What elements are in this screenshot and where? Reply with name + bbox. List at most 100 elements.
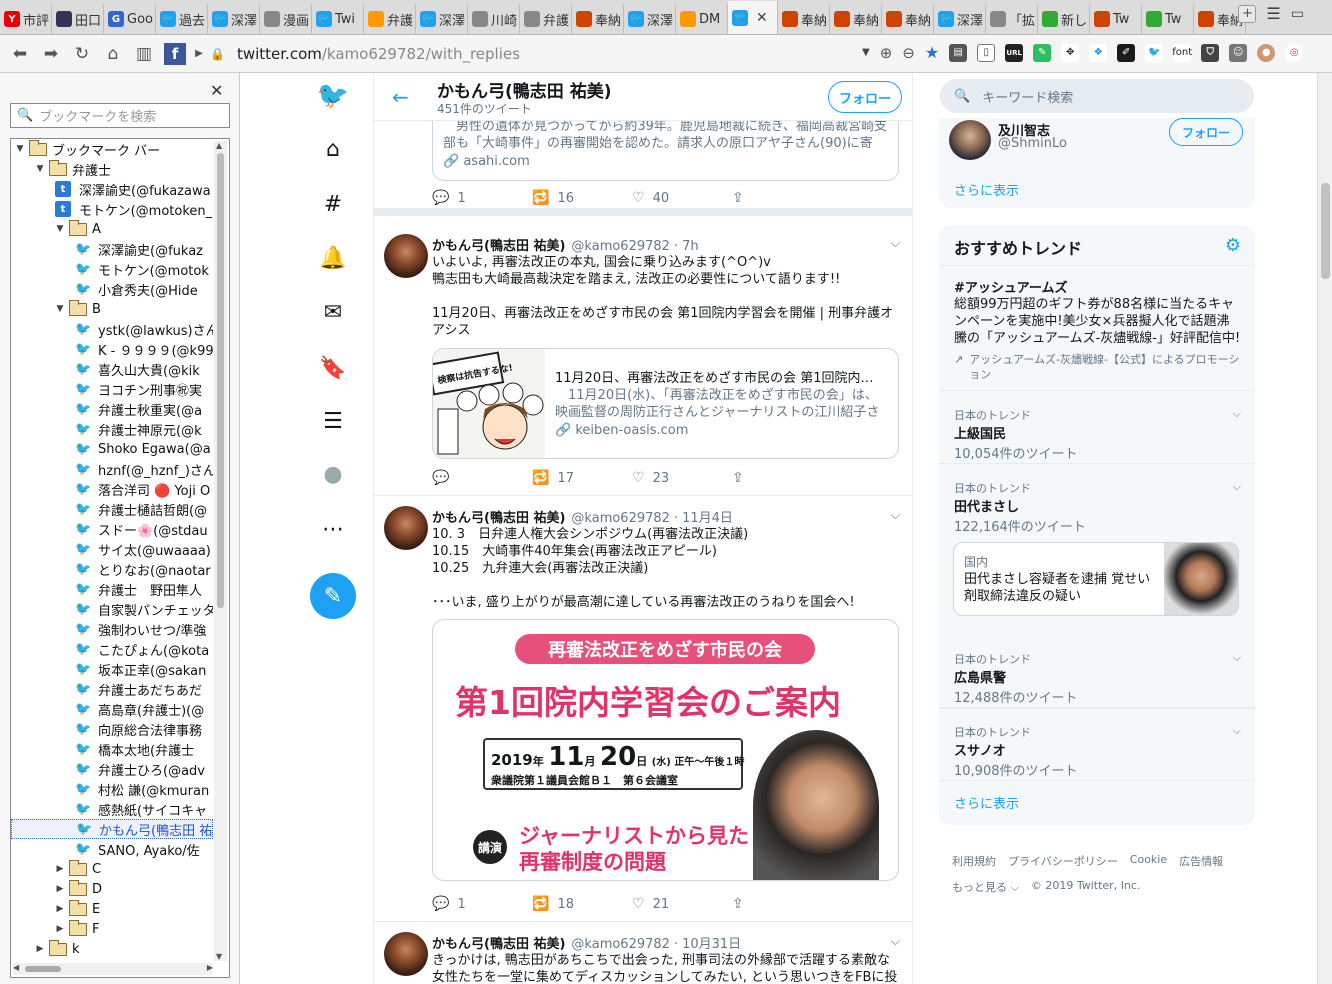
bookmark-folder[interactable]: ▼ A: [11, 219, 213, 239]
browser-tab[interactable]: 新し: [1038, 4, 1090, 34]
expand-triangle-icon[interactable]: ▼: [55, 304, 65, 314]
collapse-triangle-icon[interactable]: ▶: [55, 904, 65, 914]
browser-tab[interactable]: 「拡: [986, 4, 1038, 34]
collapse-triangle-icon[interactable]: ▶: [55, 864, 65, 874]
close-icon[interactable]: ✕: [210, 81, 223, 100]
avatar[interactable]: [384, 234, 428, 278]
trend-item[interactable]: 日本のトレンド ⌵ 上級国民 10,054件のツイート: [939, 391, 1255, 464]
ext-twitter-icon[interactable]: 🐦: [1145, 43, 1164, 62]
new-tab-button[interactable]: +: [1238, 4, 1257, 23]
bookmark-search-input[interactable]: 🔍 ブックマークを検索: [10, 103, 230, 128]
avatar[interactable]: [384, 506, 428, 550]
browser-tab[interactable]: Tw: [1142, 4, 1194, 34]
bookmark-item[interactable]: 🐦 弁護士あだちあだ: [11, 679, 213, 699]
link-card[interactable]: 検察は抗告するな! 11月20日、再審法改正をめざす市民の会 第1回院内学習会を…: [432, 348, 899, 459]
bookmark-item[interactable]: 🐦 モトケン(@motok: [11, 259, 213, 279]
bookmarks-panel-icon[interactable]: ▥: [133, 43, 155, 65]
bookmark-item[interactable]: 🐦 ystk(@lawkus)さん: [11, 319, 213, 339]
author-name[interactable]: かもん弓(鴨志田 祐美): [432, 239, 565, 254]
retweet-icon[interactable]: 🔁: [532, 896, 549, 912]
zoom-out-icon[interactable]: ⊖: [902, 44, 915, 62]
bookmark-folder[interactable]: ▶ F: [11, 919, 213, 939]
trend-item[interactable]: 日本のトレンド ⌵ スサノオ 10,908件のツイート: [939, 708, 1255, 781]
collapse-triangle-icon[interactable]: ▶: [55, 884, 65, 894]
browser-tab[interactable]: Tw: [1090, 4, 1142, 34]
profile-avatar-icon[interactable]: ●: [310, 451, 356, 497]
bookmark-item[interactable]: 🐦 hznf(@_hznf_)さん: [11, 459, 213, 479]
bookmark-folder[interactable]: ▶ E: [11, 899, 213, 919]
footer-link[interactable]: 広告情報: [1179, 853, 1223, 869]
reply-icon[interactable]: 💬: [432, 470, 449, 486]
browser-tab[interactable]: 弁護: [364, 4, 416, 34]
expand-triangle-icon[interactable]: ▼: [55, 224, 65, 234]
browser-tab[interactable]: 田口: [52, 4, 104, 34]
twitter-logo-icon[interactable]: 🐦: [310, 73, 356, 119]
link-card[interactable]: 男性の遺体が見つかってから約39年。鹿児島地裁に続き、福岡高裁宮崎支部も「大崎事…: [432, 111, 899, 181]
browser-tab[interactable]: G Goo: [104, 4, 156, 34]
card-link[interactable]: asahi.com: [463, 154, 529, 169]
bookmark-item[interactable]: 🐦 弁護士秋重実(@a: [11, 399, 213, 419]
home-icon[interactable]: ⌂: [102, 43, 124, 65]
news-card[interactable]: 国内 田代まさし容疑者を逮捕 覚せい剤取締法違反の疑い: [953, 542, 1239, 616]
bookmark-item[interactable]: 🐦 とりなお(@naotar: [11, 559, 213, 579]
browser-tab[interactable]: 🐦 Twi: [312, 4, 364, 34]
bookmark-folder[interactable]: ▼ 弁護士: [11, 159, 213, 179]
bookmark-item[interactable]: 🐦 弁護士 野田隼人: [11, 579, 213, 599]
search-input[interactable]: 🔍 キーワード検索: [940, 79, 1254, 113]
ext-url-icon[interactable]: URL: [1005, 43, 1024, 62]
follow-button[interactable]: フォロー: [1169, 118, 1243, 146]
like-icon[interactable]: ♡: [632, 190, 645, 206]
bookmark-item[interactable]: 🐦 かもん弓(鴨志田 祐: [11, 819, 213, 839]
bookmark-item[interactable]: 🐦 坂本正幸(@sakan: [11, 659, 213, 679]
ext-avatar-icon[interactable]: ●: [1257, 43, 1276, 62]
scrollbar-thumb[interactable]: [1321, 183, 1330, 279]
ext-dropbox-icon[interactable]: ❖: [1089, 43, 1108, 62]
browser-tab[interactable]: 川崎: [468, 4, 520, 34]
menu-icon[interactable]: ☰: [1266, 4, 1280, 23]
chevron-down-icon[interactable]: ⌵: [1233, 407, 1241, 421]
tweet[interactable]: かもん弓(鴨志田 祐美) @kamo629782 · 10月31日 ⌵ きっかけは, …: [374, 922, 912, 984]
browser-tab[interactable]: 奉納: [572, 4, 624, 34]
ext-chat-icon[interactable]: ☺: [1229, 43, 1248, 62]
browser-tab[interactable]: 🐦 過去: [156, 4, 208, 34]
footer-more-link[interactable]: もっと見る ⌵: [952, 879, 1019, 895]
show-more-link[interactable]: さらに表示: [954, 180, 1019, 199]
forward-icon[interactable]: ➡: [40, 43, 62, 65]
follow-button[interactable]: フォロー: [828, 81, 902, 113]
browser-tab[interactable]: Y 市評: [0, 4, 52, 34]
bookmark-item[interactable]: 🐦 弁護士樋詰哲朗(@: [11, 499, 213, 519]
ext-lifebuoy-icon[interactable]: ◎: [1285, 43, 1304, 62]
bookmark-item[interactable]: 🐦 SANO, Ayako/佐: [11, 839, 213, 859]
bookmark-item[interactable]: 🐦 橋本太地(弁護士: [11, 739, 213, 759]
ext-bookmark-icon[interactable]: ▯: [977, 43, 996, 62]
bookmarks-icon[interactable]: 🔖: [310, 345, 356, 391]
bookmark-item[interactable]: 🐦 こたぴょん(@kota: [11, 639, 213, 659]
browser-tab[interactable]: 奉納: [778, 4, 830, 34]
bookmark-item[interactable]: 🐦 感熱紙(サイコキャ: [11, 799, 213, 819]
share-icon[interactable]: ⇪: [732, 190, 744, 206]
chevron-down-icon[interactable]: ⌵: [1233, 480, 1241, 494]
tweet[interactable]: かもん弓(鴨志田 祐美) @kamo629782 · 11月4日 ⌵ 10. 3 日弁…: [374, 496, 912, 922]
bookmark-item[interactable]: 🐦 弁護士神原元(@k: [11, 419, 213, 439]
bookmark-horizontal-scrollbar[interactable]: ◀ ▶: [13, 963, 213, 975]
bookmark-item[interactable]: 🐦 弁護士ひろ(@adv: [11, 759, 213, 779]
tweet-time[interactable]: 11月4日: [682, 511, 733, 526]
expand-triangle-icon[interactable]: ▼: [15, 144, 25, 154]
tab-close-icon[interactable]: ✕: [756, 10, 768, 26]
bookmark-item[interactable]: 🐦 自家製パンチェッタ: [11, 599, 213, 619]
bookmark-folder[interactable]: ▼ ブックマーク バー: [11, 139, 213, 159]
expand-triangle-icon[interactable]: ▼: [35, 164, 45, 174]
more-menu-icon[interactable]: ⋯: [310, 506, 356, 552]
lists-icon[interactable]: ☰: [310, 398, 356, 444]
like-icon[interactable]: ♡: [632, 896, 645, 912]
explore-hashtag-icon[interactable]: #: [310, 181, 356, 227]
reload-icon[interactable]: ↻: [71, 43, 93, 65]
chevron-down-icon[interactable]: ⌵: [891, 934, 900, 949]
collapse-triangle-icon[interactable]: ▶: [35, 944, 45, 954]
tweet-image[interactable]: 再審法改正をめざす市民の会 第1回院内学習会のご案内 2019年 11月 20日…: [432, 619, 899, 881]
browser-tab[interactable]: DM: [676, 4, 728, 34]
bookmark-item[interactable]: t 深澤諭史(@fukazawa: [11, 179, 213, 199]
bookmark-item[interactable]: t モトケン(@motoken_: [11, 199, 213, 219]
scrollbar-thumb[interactable]: [25, 966, 61, 972]
bookmark-item[interactable]: 🐦 向原総合法律事務: [11, 719, 213, 739]
